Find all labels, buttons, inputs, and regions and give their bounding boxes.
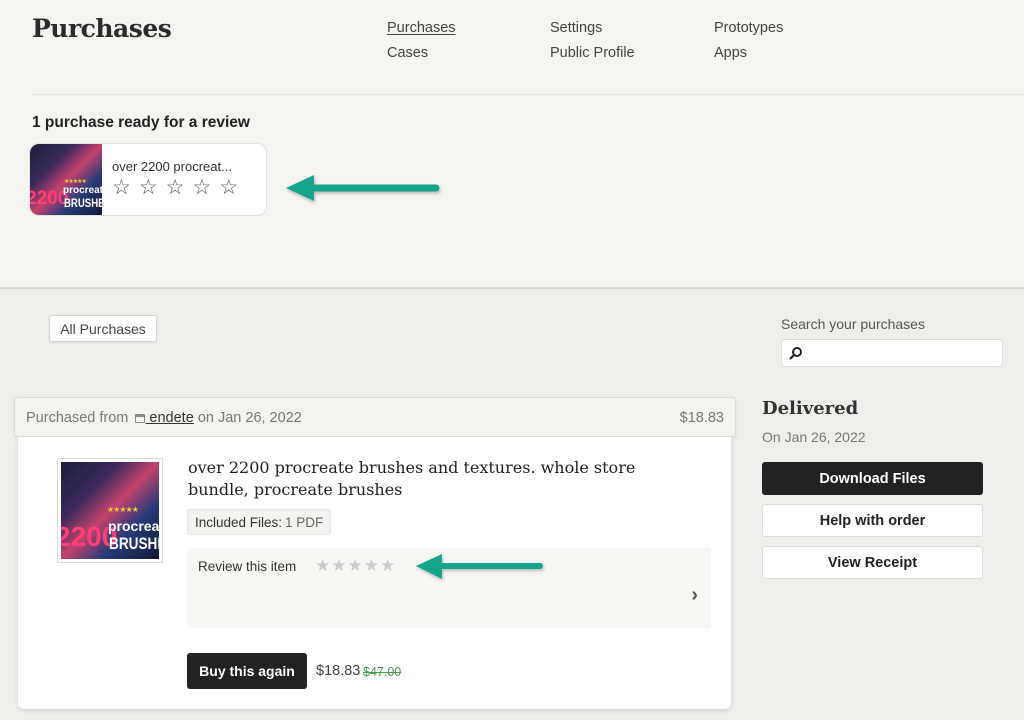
delivery-status: Delivered [762,398,859,419]
shop-link[interactable]: endete [145,410,193,426]
delivery-date: On Jan 26, 2022 [762,429,866,445]
star-outline-icon[interactable]: ☆ [112,177,131,198]
nav-public-profile[interactable]: Public Profile [550,45,635,61]
thumbnail-line1: procreate [63,185,102,196]
review-card-rating: ☆ ☆ ☆ ☆ ☆ [112,177,238,198]
nav-prototypes[interactable]: Prototypes [714,20,783,36]
thumbnail-stars: ★★★★★ [64,179,87,185]
item-title[interactable]: over 2200 procreate brushes and textures… [188,457,698,501]
page-title: Purchases [32,14,172,43]
included-files-label: Included Files: [195,514,283,530]
included-files-value: 1 PDF [285,514,324,530]
star-icon[interactable]: ★ [364,557,379,574]
order-date: on Jan 26, 2022 [197,410,302,426]
star-outline-icon[interactable]: ☆ [192,177,211,198]
thumbnail-stars: ★★★★★ [107,505,139,514]
thumbnail-line1: procreate [108,518,159,534]
star-outline-icon[interactable]: ☆ [219,177,238,198]
review-prompt-card[interactable]: ★★★★★ 2200 procreate BRUSHES over 2200 p… [29,143,267,216]
section-divider [0,287,1024,289]
search-icon [789,346,803,360]
product-thumbnail: ★★★★★ 2200 procreate BRUSHES [61,462,159,559]
nav-settings[interactable]: Settings [550,20,602,36]
annotation-arrow-icon [286,175,440,201]
thumbnail-line2: BRUSHES [109,534,159,553]
download-files-button[interactable]: Download Files [762,462,983,495]
review-item-rating: ★ ★ ★ ★ ★ [315,557,395,574]
search-input[interactable] [803,340,1002,366]
order-total: $18.83 [679,410,724,426]
nav-purchases[interactable]: Purchases [387,20,456,36]
shop-icon [135,414,146,423]
nav-cases[interactable]: Cases [387,45,428,61]
order-item-card: ★★★★★ 2200 procreate BRUSHES over 2200 p… [18,437,731,709]
purchased-from-label: Purchased from [26,410,129,426]
star-icon[interactable]: ★ [380,557,395,574]
product-thumbnail: ★★★★★ 2200 procreate BRUSHES [30,144,102,215]
nav-apps[interactable]: Apps [714,45,747,61]
star-outline-icon[interactable]: ☆ [166,177,185,198]
search-field[interactable] [781,339,1003,367]
star-icon[interactable]: ★ [315,557,330,574]
annotation-arrow-icon [416,554,543,579]
thumbnail-line2: BRUSHES [64,196,102,210]
item-original-price: $47.00 [363,665,402,679]
review-item-label: Review this item [198,559,297,574]
view-receipt-button[interactable]: View Receipt [762,546,983,579]
buy-again-button[interactable]: Buy this again [187,653,307,689]
star-outline-icon[interactable]: ☆ [139,177,158,198]
review-card-title: over 2200 procreat... [112,159,232,174]
included-files-badge: Included Files: 1 PDF [187,509,332,535]
star-icon[interactable]: ★ [348,557,363,574]
review-heading: 1 purchase ready for a review [32,114,250,131]
chevron-right-icon[interactable]: › [691,584,698,607]
search-label: Search your purchases [781,316,925,332]
all-purchases-filter[interactable]: All Purchases [49,315,157,342]
item-price: $18.83 [316,663,361,679]
item-thumbnail-frame[interactable]: ★★★★★ 2200 procreate BRUSHES [57,458,163,563]
star-icon[interactable]: ★ [331,557,346,574]
purchased-from: Purchased from endete on Jan 26, 2022 [26,410,302,426]
header-divider [32,94,1024,95]
order-header: Purchased from endete on Jan 26, 2022 $1… [14,397,736,437]
help-with-order-button[interactable]: Help with order [762,504,983,537]
